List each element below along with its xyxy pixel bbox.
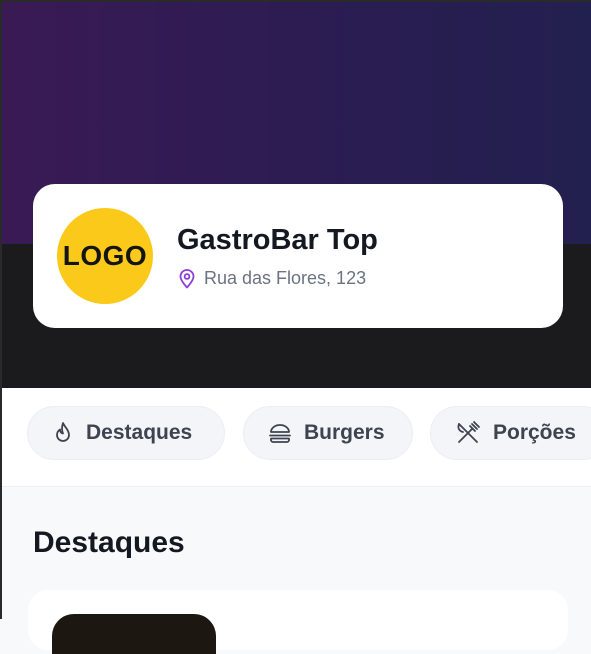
store-address: Rua das Flores, 123	[178, 268, 366, 289]
tab-label: Burgers	[304, 421, 385, 444]
tab-porcoes[interactable]: Porções	[430, 406, 591, 460]
store-profile-card: LOGO GastroBar Top Rua das Flores, 123	[33, 184, 563, 328]
flame-icon	[52, 421, 74, 445]
map-pin-icon	[178, 268, 196, 289]
tab-burgers[interactable]: Burgers	[243, 406, 413, 460]
section-title: Destaques	[33, 526, 185, 559]
tab-destaques[interactable]: Destaques	[27, 406, 225, 460]
tab-label: Porções	[493, 421, 576, 444]
product-image	[52, 614, 216, 654]
address-text: Rua das Flores, 123	[204, 268, 367, 288]
store-logo: LOGO	[57, 208, 153, 304]
burger-icon	[268, 422, 292, 444]
tab-label: Destaques	[86, 421, 193, 444]
product-card[interactable]	[28, 590, 568, 654]
utensils-crossed-icon	[455, 420, 481, 446]
store-name: GastroBar Top	[177, 224, 378, 256]
category-tabs: Destaques Burgers Porções	[2, 388, 591, 487]
